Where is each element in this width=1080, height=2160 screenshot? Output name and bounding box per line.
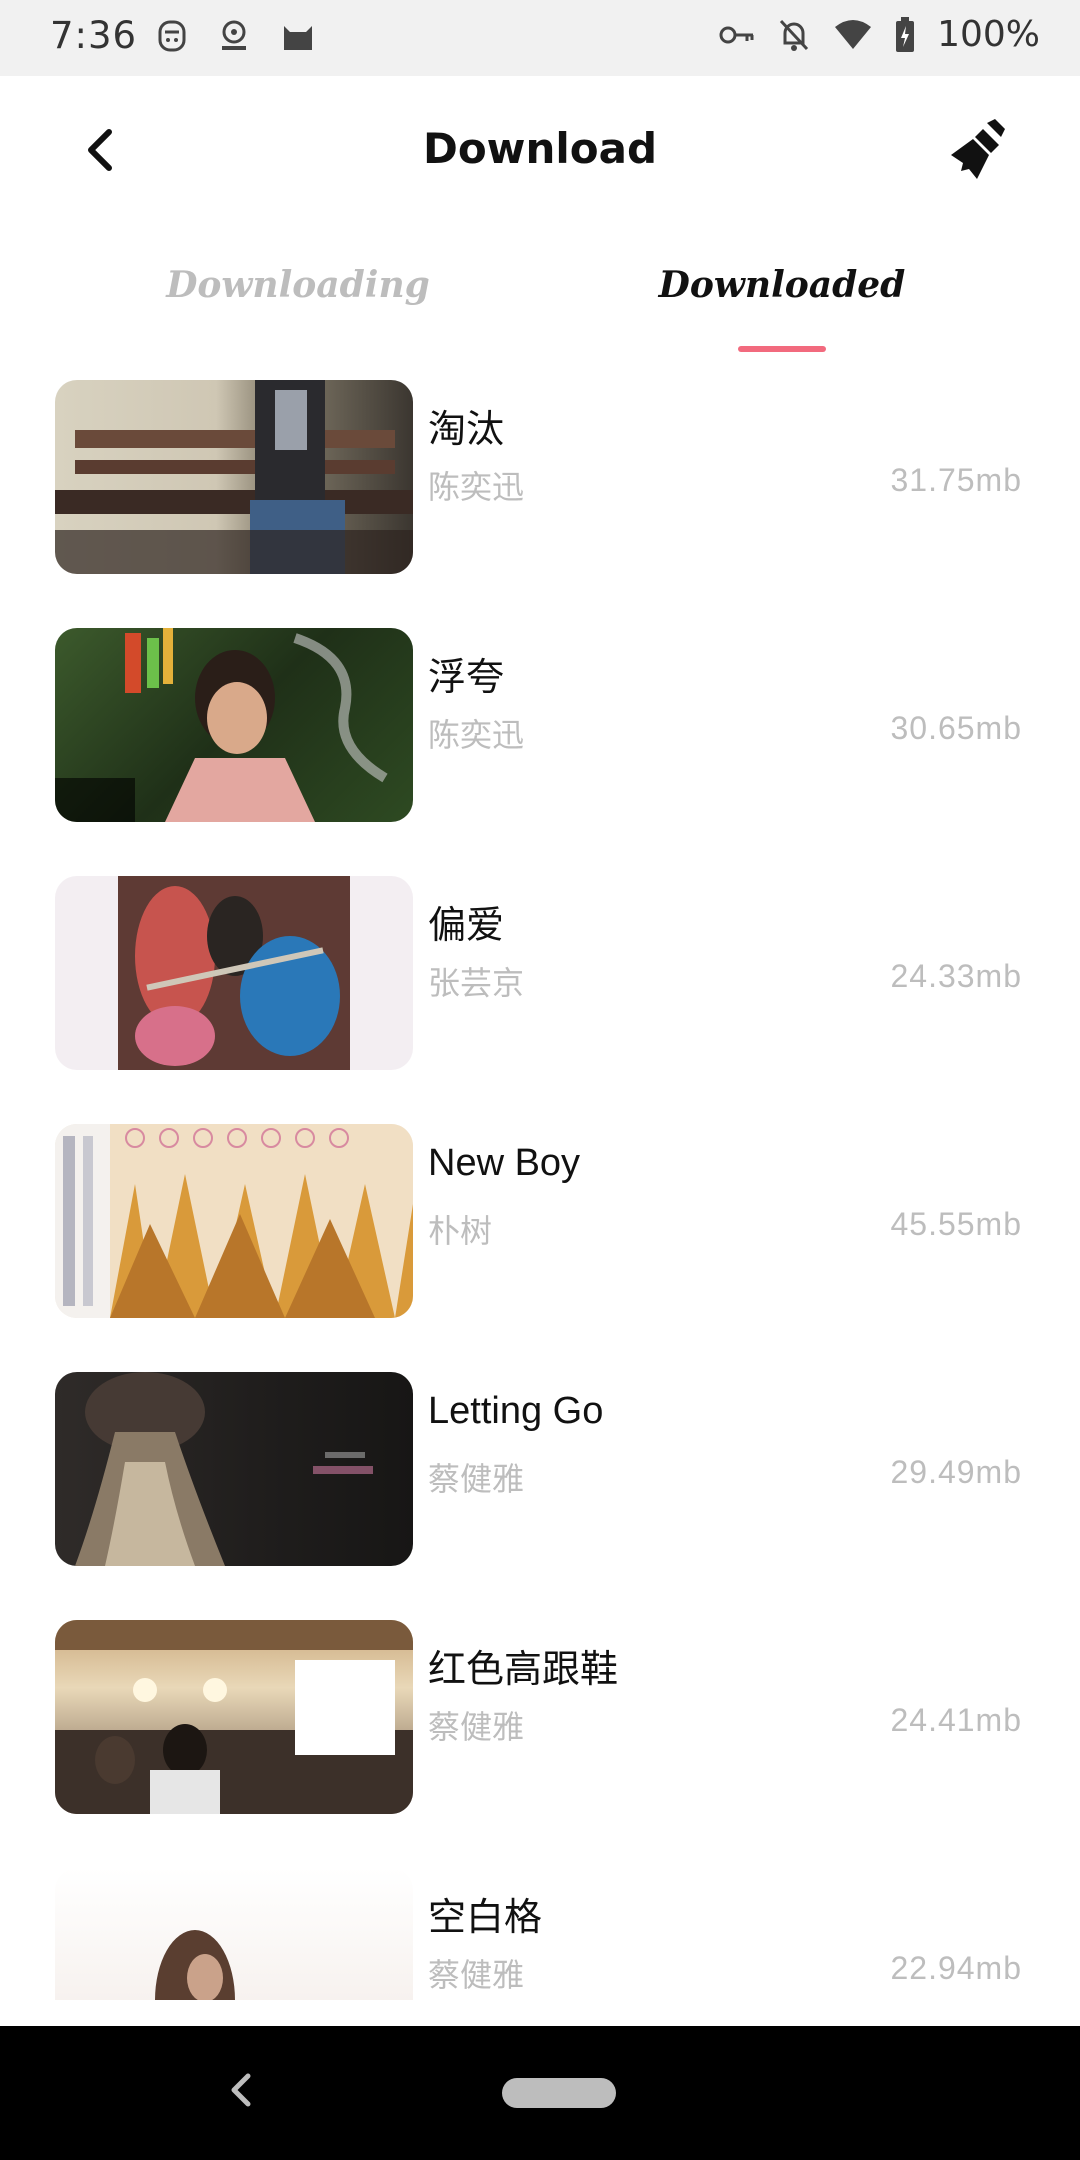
file-size: 45.55mb [890, 1206, 1022, 1242]
wifi-icon [835, 19, 872, 49]
tab-downloading[interactable]: Downloading [98, 264, 498, 306]
song-artist: 陈奕迅 [428, 716, 525, 754]
radio-icon [222, 20, 246, 50]
list-item[interactable]: New Boy 朴树 45.55mb [0, 1124, 1080, 1318]
song-artist: 蔡健雅 [428, 1460, 525, 1498]
status-notification-icons [156, 18, 316, 54]
status-system-icons: 100% [719, 14, 1040, 55]
song-title: 淘汰 [428, 409, 505, 451]
album-cover [55, 1620, 413, 1814]
nav-back-icon[interactable] [222, 2070, 262, 2110]
key-icon [719, 26, 754, 43]
album-cover [55, 380, 413, 574]
broom-icon [951, 119, 1005, 179]
song-artist: 陈奕迅 [428, 468, 525, 506]
song-artist: 蔡健雅 [428, 1956, 525, 1994]
song-title: Letting Go [428, 1390, 604, 1432]
song-title: 浮夸 [428, 657, 505, 699]
active-tab-indicator [738, 346, 826, 352]
list-item[interactable]: 偏爱 张芸京 24.33mb [0, 876, 1080, 1070]
header: Download [0, 76, 1080, 226]
file-size: 30.65mb [890, 710, 1022, 746]
cat-icon [284, 26, 312, 50]
tab-bar: Downloading Downloaded [0, 250, 1080, 360]
album-cover [55, 1124, 413, 1318]
song-artist: 朴树 [428, 1212, 493, 1250]
list-item[interactable]: 空白格 蔡健雅 22.94mb [0, 1868, 1080, 2000]
bell-off-icon [779, 19, 809, 51]
song-artist: 张芸京 [428, 964, 525, 1002]
clean-button[interactable] [944, 114, 1014, 184]
song-title: New Boy [428, 1142, 581, 1184]
tab-downloaded[interactable]: Downloaded [582, 264, 982, 306]
list-item[interactable]: Letting Go 蔡健雅 29.49mb [0, 1372, 1080, 1566]
nav-home-pill[interactable] [502, 2078, 616, 2108]
album-cover [55, 628, 413, 822]
song-title: 偏爱 [428, 905, 505, 947]
song-artist: 蔡健雅 [428, 1708, 525, 1746]
system-nav-bar [0, 2026, 1080, 2160]
file-size: 31.75mb [890, 462, 1022, 498]
file-size: 24.33mb [890, 958, 1022, 994]
file-size: 29.49mb [890, 1454, 1022, 1490]
file-size: 22.94mb [890, 1950, 1022, 1986]
album-cover [55, 1372, 413, 1566]
album-cover [55, 1868, 413, 2000]
download-list[interactable]: 淘汰 陈奕迅 31.75mb 浮夸 陈奕迅 30.65mb 偏爱 张芸京 24.… [0, 380, 1080, 2000]
face-icon [158, 20, 186, 52]
list-item[interactable]: 淘汰 陈奕迅 31.75mb [0, 380, 1080, 574]
battery-percent: 100% [937, 14, 1040, 55]
status-bar: 7:36 100% [0, 0, 1080, 76]
song-title: 红色高跟鞋 [428, 1649, 619, 1691]
file-size: 24.41mb [890, 1702, 1022, 1738]
status-time: 7:36 [50, 14, 138, 57]
battery-icon [896, 16, 915, 52]
list-item[interactable]: 红色高跟鞋 蔡健雅 24.41mb [0, 1620, 1080, 1814]
page-title: Download [422, 124, 658, 173]
song-title: 空白格 [428, 1897, 543, 1939]
album-cover [55, 876, 413, 1070]
list-item[interactable]: 浮夸 陈奕迅 30.65mb [0, 628, 1080, 822]
